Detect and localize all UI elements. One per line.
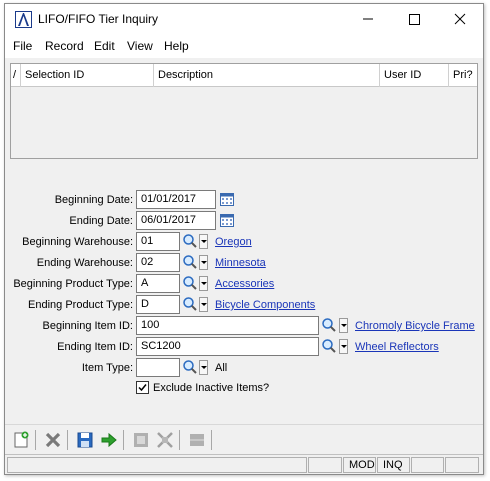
menu-record[interactable]: Record: [45, 39, 84, 53]
status-cell-inquiry: INQ: [377, 457, 410, 473]
beginning-item-dropdown[interactable]: [339, 318, 348, 333]
exclude-inactive-checkbox[interactable]: [136, 381, 149, 394]
delete-icon[interactable]: [43, 430, 63, 450]
item-type-dropdown[interactable]: [199, 360, 208, 375]
selection-grid[interactable]: / Selection ID Description User ID Pri?: [10, 63, 478, 159]
beginning-date-calendar-icon[interactable]: [219, 191, 235, 207]
ending-warehouse-link[interactable]: Minnesota: [215, 257, 266, 269]
toolbar-separator: [67, 430, 68, 450]
item-type-label: Item Type:: [81, 362, 133, 374]
ending-warehouse-dropdown[interactable]: [199, 255, 208, 270]
beginning-item-link[interactable]: Chromoly Bicycle Frame: [355, 320, 475, 332]
ending-item-label: Ending Item ID:: [57, 341, 133, 353]
status-cell: [445, 457, 479, 473]
ending-item-dropdown[interactable]: [339, 339, 348, 354]
beginning-product-type-label: Beginning Product Type:: [13, 278, 133, 290]
item-type-field[interactable]: [136, 358, 180, 377]
status-cell: [411, 457, 444, 473]
status-cell-message: [7, 457, 307, 473]
column-description[interactable]: Description: [154, 64, 380, 87]
beginning-warehouse-link[interactable]: Oregon: [215, 236, 252, 248]
item-type-lookup-icon[interactable]: [182, 359, 198, 375]
exclude-inactive-label: Exclude Inactive Items?: [153, 382, 270, 394]
new-record-icon[interactable]: [11, 430, 31, 450]
menu-edit[interactable]: Edit: [94, 39, 115, 53]
ending-warehouse-field[interactable]: 02: [136, 253, 180, 272]
window-title: LIFO/FIFO Tier Inquiry: [38, 12, 159, 26]
beginning-item-lookup-icon[interactable]: [321, 317, 337, 333]
ending-warehouse-label: Ending Warehouse:: [36, 257, 133, 269]
beginning-date-label: Beginning Date:: [54, 194, 133, 206]
status-cell-mode: MOD: [343, 457, 376, 473]
beginning-item-label: Beginning Item ID:: [42, 320, 134, 332]
column-user-id[interactable]: User ID: [380, 64, 449, 87]
toolbar-separator: [179, 430, 180, 450]
toolbar-separator: [211, 430, 212, 450]
save-icon[interactable]: [75, 430, 95, 450]
ending-item-field[interactable]: SC1200: [136, 337, 319, 356]
ending-product-type-label: Ending Product Type:: [28, 299, 133, 311]
app-window: LIFO/FIFO Tier Inquiry File Record Edit …: [4, 3, 484, 475]
ending-warehouse-lookup-icon[interactable]: [182, 254, 198, 270]
ending-product-type-link[interactable]: Bicycle Components: [215, 299, 315, 311]
beginning-item-field[interactable]: 100: [136, 316, 319, 335]
beginning-warehouse-dropdown[interactable]: [199, 234, 208, 249]
beginning-product-type-link[interactable]: Accessories: [215, 278, 274, 290]
status-cell: [308, 457, 342, 473]
beginning-date-field[interactable]: 01/01/2017: [136, 190, 216, 209]
title-bar: LIFO/FIFO Tier Inquiry: [5, 4, 483, 34]
first-record-icon: [131, 430, 151, 450]
toolbar-separator: [123, 430, 124, 450]
beginning-warehouse-label: Beginning Warehouse:: [22, 236, 133, 248]
item-type-description: All: [215, 362, 228, 374]
ending-date-label: Ending Date:: [69, 215, 133, 227]
ending-item-link[interactable]: Wheel Reflectors: [355, 341, 439, 353]
menu-bar: File Record Edit View Help: [5, 34, 483, 58]
ending-product-type-field[interactable]: D: [136, 295, 180, 314]
expand-icon: [155, 430, 175, 450]
close-button[interactable]: [437, 4, 483, 34]
beginning-product-type-dropdown[interactable]: [199, 276, 208, 291]
ending-product-type-lookup-icon[interactable]: [182, 296, 198, 312]
ending-date-field[interactable]: 06/01/2017: [136, 211, 216, 230]
app-logo-icon: [15, 11, 32, 28]
grid-sort-marker: /: [11, 64, 21, 87]
toolbar-separator: [35, 430, 36, 450]
status-bar: MOD INQ: [5, 454, 483, 474]
column-priority[interactable]: Pri?: [449, 64, 477, 87]
beginning-product-type-lookup-icon[interactable]: [182, 275, 198, 291]
ending-item-lookup-icon[interactable]: [321, 338, 337, 354]
minimize-button[interactable]: [345, 4, 391, 34]
grid-header: / Selection ID Description User ID Pri?: [11, 64, 477, 87]
proceed-arrow-icon[interactable]: [99, 430, 119, 450]
ending-date-calendar-icon[interactable]: [219, 212, 235, 228]
maximize-button[interactable]: [391, 4, 437, 34]
beginning-product-type-field[interactable]: A: [136, 274, 180, 293]
ending-product-type-dropdown[interactable]: [199, 297, 208, 312]
toolbar: [5, 424, 483, 454]
column-selection-id[interactable]: Selection ID: [21, 64, 154, 87]
menu-help[interactable]: Help: [164, 39, 189, 53]
beginning-warehouse-lookup-icon[interactable]: [182, 233, 198, 249]
list-icon: [187, 430, 207, 450]
menu-file[interactable]: File: [13, 39, 32, 53]
menu-view[interactable]: View: [127, 39, 153, 53]
beginning-warehouse-field[interactable]: 01: [136, 232, 180, 251]
